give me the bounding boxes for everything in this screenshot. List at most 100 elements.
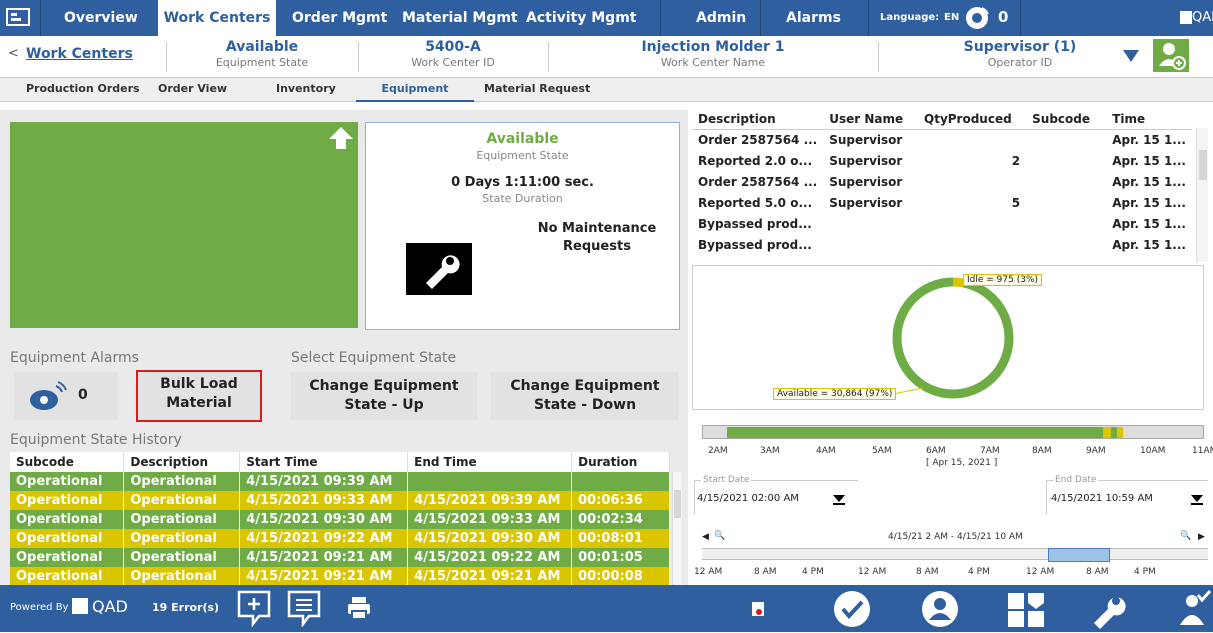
table-row[interactable]: Operational Operational 4/15/2021 09:30 AM…	[10, 510, 670, 529]
table-row[interactable]: Operational Operational 4/15/2021 09:33 AM…	[10, 491, 670, 510]
history-cell-end: 4/15/2021 09:22 AM	[407, 548, 573, 567]
change-state-down-button[interactable]: Change Equipment State - Down	[491, 372, 679, 420]
state-down-line2: State - Down	[533, 397, 637, 413]
zoom-in-icon[interactable]: 🔍	[1180, 531, 1191, 541]
tick-10am: 10AM	[1140, 446, 1166, 456]
end-date-dropdown-icon[interactable]	[1189, 491, 1205, 505]
event-cell-user: Supervisor	[829, 153, 903, 168]
donut-slice-available[interactable]	[892, 277, 1014, 399]
equipment-state-card: Available Equipment State 0 Days 1:11:00…	[365, 122, 680, 330]
notification-icon[interactable]	[964, 5, 990, 31]
app-logo-icon[interactable]	[6, 6, 32, 30]
add-operator-button[interactable]	[1153, 39, 1189, 72]
table-row[interactable]: Order 2587564 ... Supervisor Apr. 15 1...	[692, 171, 1192, 192]
state-distribution-chart: Idle = 975 (3%) Available = 30,864 (97%)	[692, 265, 1204, 410]
equipment-status-tile	[10, 122, 358, 328]
event-cell-desc: Bypassed prod...	[698, 237, 812, 252]
table-row[interactable]: Order 2587564 ... Supervisor Apr. 15 1...	[692, 129, 1192, 150]
table-row[interactable]: Operational Operational 4/15/2021 09:21 AM…	[10, 548, 670, 567]
user-icon[interactable]	[920, 589, 960, 629]
available-callout-label: Available = 30,864 (97%)	[773, 388, 897, 400]
nav-material-mgmt[interactable]: Material Mgmt	[402, 0, 518, 36]
end-date-picker[interactable]: End Date 4/15/2021 10:59 AM	[1046, 475, 1208, 514]
col-qty-produced[interactable]: QtyProduced	[918, 110, 1027, 130]
scroll-left-icon[interactable]: ◀	[702, 532, 709, 542]
notes-icon[interactable]	[286, 589, 322, 628]
tab-inventory[interactable]: Inventory	[276, 78, 336, 102]
history-scrollbar[interactable]	[672, 472, 682, 585]
tick-5am: 5AM	[872, 446, 892, 456]
dashboard-tiles-icon[interactable]	[1006, 589, 1046, 629]
nav-tick: 4 PM	[802, 567, 824, 577]
back-button[interactable]: <	[8, 46, 19, 61]
table-row[interactable]: Bypassed prod... Apr. 15 1...	[692, 234, 1192, 255]
state-down-line1: Change Equipment	[510, 378, 660, 394]
col-event-description[interactable]: Description	[692, 110, 824, 130]
wrench-icon[interactable]	[406, 243, 472, 295]
navigator-window[interactable]	[1048, 548, 1110, 562]
pdf-icon[interactable]	[752, 602, 764, 616]
start-date-dropdown-icon[interactable]	[831, 491, 847, 505]
col-start-time[interactable]: Start Time	[239, 452, 409, 472]
table-row[interactable]: Reported 5.0 o... Supervisor 5 Apr. 15 1...	[692, 192, 1192, 213]
tab-production-orders[interactable]: Production Orders	[26, 78, 140, 102]
col-duration[interactable]: Duration	[571, 452, 670, 472]
event-cell-qty	[918, 213, 1026, 234]
arrow-up-icon[interactable]	[328, 126, 354, 150]
table-row[interactable]: Operational Operational 4/15/2021 09:22 AM…	[10, 529, 670, 548]
tab-order-view[interactable]: Order View	[158, 78, 227, 102]
history-cell-subcode: Operational	[10, 491, 125, 510]
table-row[interactable]: Reported 2.0 o... Supervisor 2 Apr. 15 1...	[692, 150, 1192, 171]
state-label: Equipment State	[476, 149, 569, 162]
tab-equipment[interactable]: Equipment	[356, 78, 474, 102]
work-centers-link[interactable]: Work Centers	[26, 46, 133, 62]
confirm-check-icon[interactable]	[832, 589, 872, 629]
table-row[interactable]: Bypassed prod... Apr. 15 1...	[692, 213, 1192, 234]
event-cell-qty	[918, 129, 1026, 150]
alarm-count: 0	[78, 387, 88, 403]
table-row[interactable]: Operational Operational 4/15/2021 09:39 AM	[10, 472, 670, 491]
print-icon[interactable]	[346, 595, 372, 621]
operator-check-icon[interactable]	[1178, 589, 1213, 629]
history-cell-dur: 00:08:01	[571, 529, 670, 548]
alarms-button[interactable]: 0	[14, 372, 118, 420]
operator-dropdown-icon[interactable]	[1122, 48, 1140, 62]
maintenance-wrench-icon[interactable]	[1088, 589, 1128, 629]
range-text: 4/15/21 2 AM - 4/15/21 10 AM	[888, 532, 1023, 542]
nav-overview[interactable]: Overview	[64, 0, 138, 36]
error-count[interactable]: 19 Error(s)	[152, 601, 219, 614]
events-scrollbar[interactable]	[1196, 128, 1208, 262]
nav-admin[interactable]: Admin	[696, 0, 746, 36]
work-center-id-value: 5400-A	[425, 39, 481, 55]
col-subcode[interactable]: Subcode	[1026, 110, 1107, 130]
history-cell-desc: Operational	[123, 491, 241, 510]
scroll-right-icon[interactable]: ▶	[1198, 532, 1205, 542]
nav-work-centers[interactable]: Work Centers	[158, 0, 276, 36]
zoom-out-icon[interactable]: 🔍	[714, 531, 725, 541]
col-end-time[interactable]: End Time	[407, 452, 573, 472]
history-cell-start: 4/15/2021 09:21 AM	[239, 548, 409, 567]
add-comment-icon[interactable]	[236, 589, 272, 628]
col-time[interactable]: Time	[1106, 110, 1192, 130]
nav-activity-mgmt[interactable]: Activity Mgmt	[526, 0, 636, 36]
event-cell-user	[823, 213, 918, 234]
state-timeline-bar[interactable]	[702, 425, 1204, 439]
event-cell-desc: Reported 5.0 o...	[698, 195, 813, 210]
change-state-up-button[interactable]: Change Equipment State - Up	[291, 372, 477, 420]
col-description[interactable]: Description	[123, 452, 241, 472]
history-cell-start: 4/15/2021 09:39 AM	[239, 472, 409, 491]
start-date-picker[interactable]: Start Date 4/15/2021 02:00 AM	[694, 475, 858, 514]
language-select[interactable]: EN	[944, 12, 959, 23]
nav-order-mgmt[interactable]: Order Mgmt	[292, 0, 387, 36]
table-row[interactable]: Operational Operational 4/15/2021 09:21 AM…	[10, 567, 670, 585]
tab-material-request[interactable]: Material Request	[484, 78, 590, 102]
events-table: Description User Name QtyProduced Subcod…	[692, 110, 1192, 262]
col-user-name[interactable]: User Name	[823, 110, 918, 130]
col-subcode[interactable]: Subcode	[10, 452, 125, 472]
bulk-load-material-button[interactable]: Bulk Load Material	[136, 370, 262, 422]
nav-tick: 8 AM	[754, 567, 777, 577]
nav-alarms[interactable]: Alarms	[786, 0, 841, 36]
work-center-id-label: Work Center ID	[411, 56, 495, 69]
tick-8am: 8AM	[1032, 446, 1052, 456]
navigator-track[interactable]	[702, 548, 1208, 562]
